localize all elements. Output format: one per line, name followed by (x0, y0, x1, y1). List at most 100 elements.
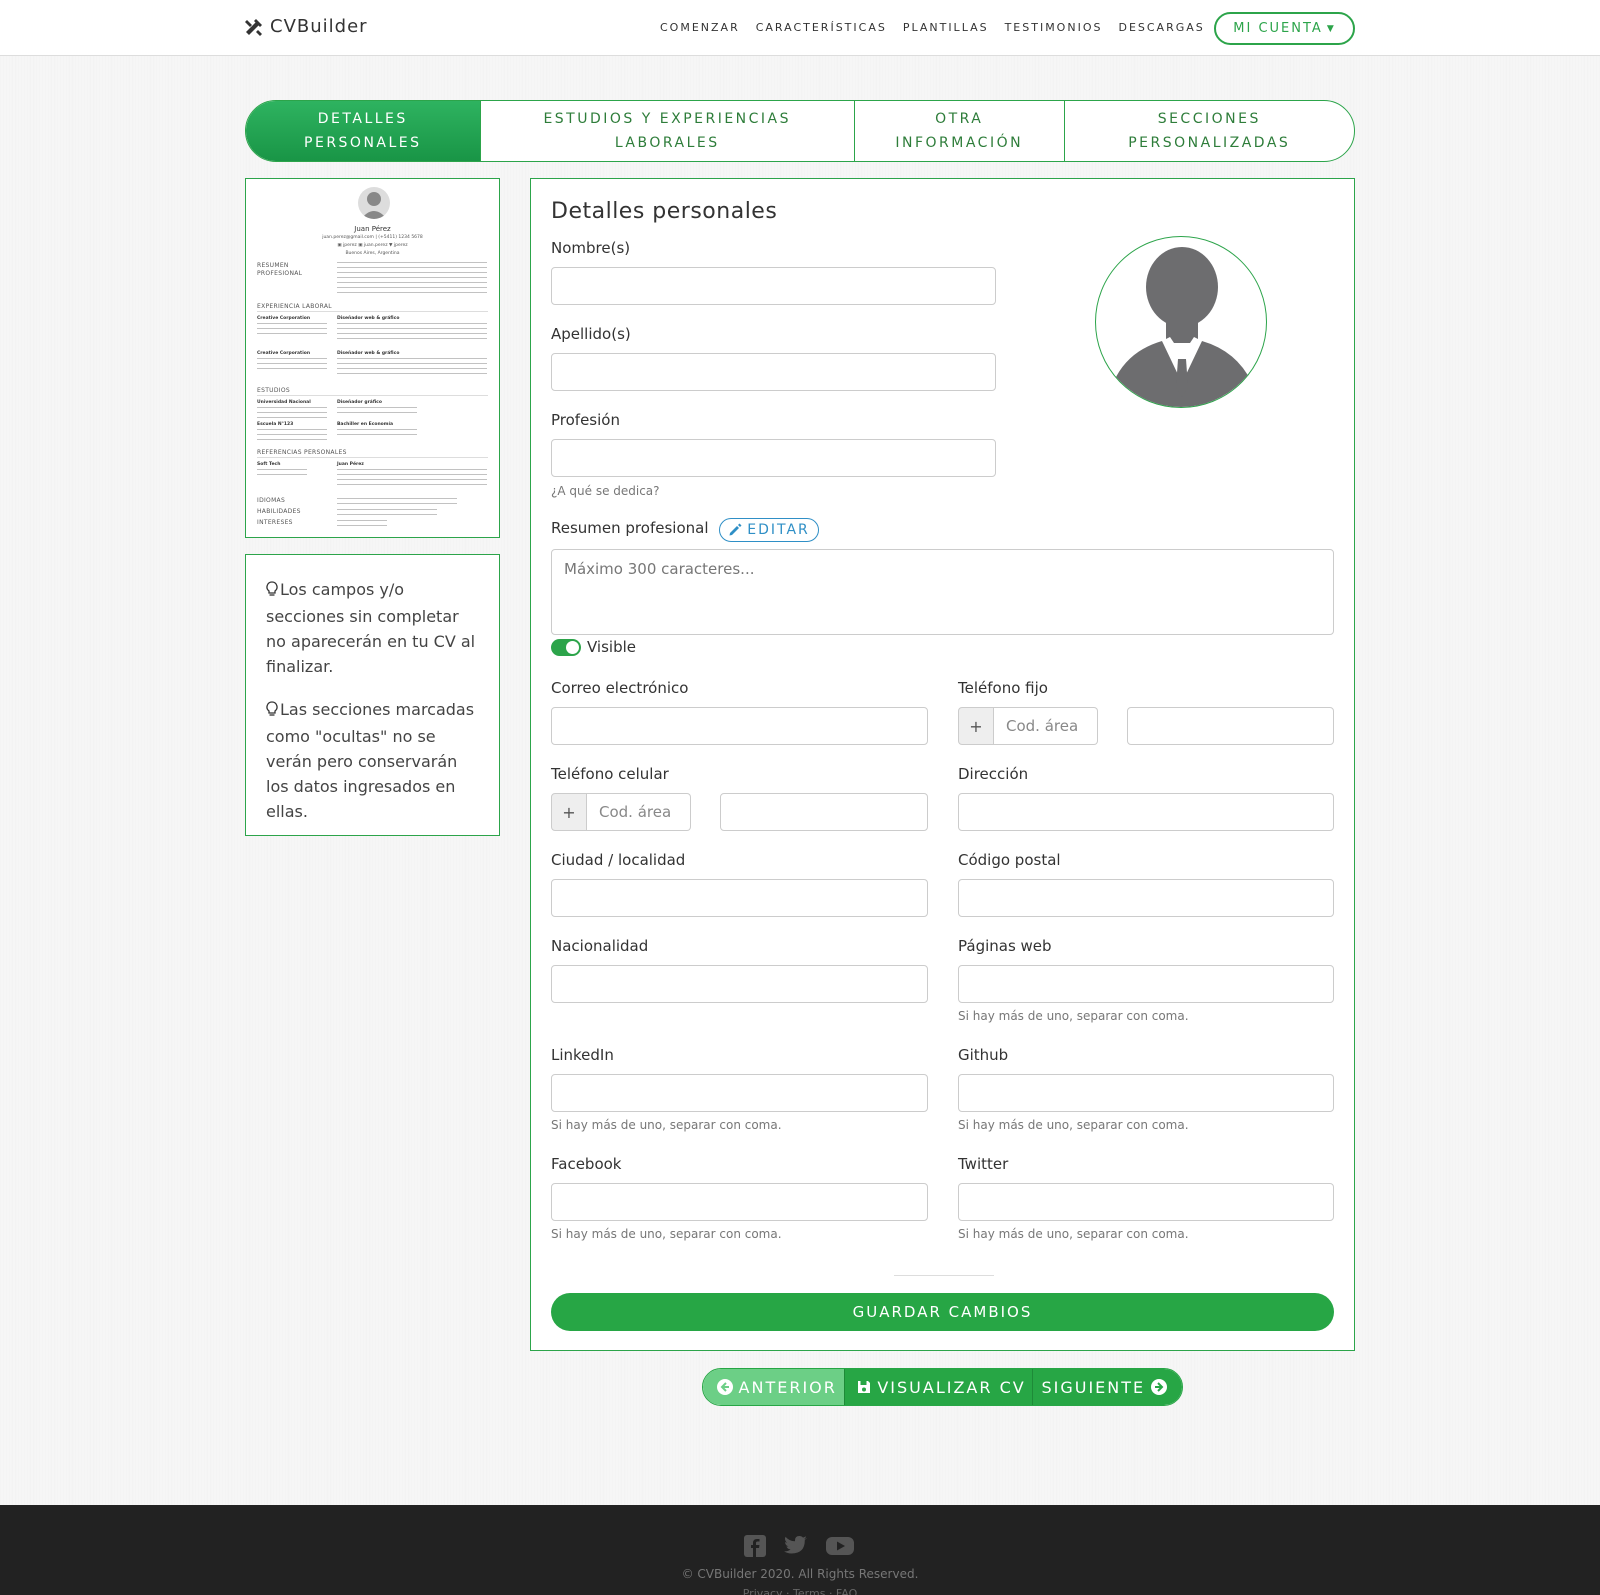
tab-estudios-experiencias[interactable]: ESTUDIOS Y EXPERIENCIAS LABORALES (479, 101, 854, 161)
profesion-label: Profesión (551, 411, 620, 429)
preview-school-dates (337, 407, 417, 413)
preview-section-interests: INTERESES (257, 519, 293, 526)
personal-details-form: Detalles personales Nombre(s) Apellido(s… (530, 178, 1355, 1351)
direccion-input[interactable] (958, 793, 1334, 831)
paginas-web-label: Páginas web (958, 937, 1052, 955)
resumen-label: Resumen profesional (551, 519, 709, 537)
nombre-label: Nombre(s) (551, 239, 631, 257)
previous-button[interactable]: ANTERIOR (703, 1369, 845, 1405)
ciudad-input[interactable] (551, 879, 928, 917)
nav-link-descargas[interactable]: DESCARGAS (1118, 21, 1204, 34)
account-button[interactable]: MI CUENTA ▼ (1214, 12, 1355, 45)
preview-skills-text (337, 509, 437, 515)
preview-name: Juan Pérez (354, 225, 391, 233)
preview-job-location (257, 358, 327, 370)
lightbulb-icon (266, 579, 278, 604)
tab-detalles-personales[interactable]: DETALLES PERSONALES (246, 101, 480, 161)
tab-otra-informacion[interactable]: OTRA INFORMACIÓN (853, 101, 1064, 161)
preview-job-company: Creative Corporation (257, 316, 311, 321)
nacionalidad-label: Nacionalidad (551, 937, 649, 955)
nav-link-testimonios[interactable]: TESTIMONIOS (1005, 21, 1103, 34)
resumen-textarea[interactable]: Máximo 300 caracteres... (551, 549, 1334, 635)
form-title: Detalles personales (551, 199, 778, 224)
fijo-cod-area-input[interactable]: Cod. área (994, 707, 1098, 745)
cv-preview[interactable]: Juan Pérez juan.perez@gmail.com | (+5411… (245, 178, 500, 538)
preview-job-text (337, 358, 487, 378)
preview-school: Universidad Nacional (257, 400, 311, 405)
linkedin-input[interactable] (551, 1074, 928, 1112)
pencil-icon (729, 523, 742, 536)
previous-label: ANTERIOR (738, 1377, 837, 1397)
nav-link-caracteristicas[interactable]: CARACTERÍSTICAS (756, 21, 887, 34)
profesion-input[interactable] (551, 439, 996, 477)
arrow-right-circle-icon (1151, 1379, 1168, 1395)
view-cv-button[interactable]: VISUALIZAR CV (844, 1369, 1032, 1405)
nombre-input[interactable] (551, 267, 996, 305)
telefono-celular-label: Teléfono celular (551, 765, 669, 783)
preview-section-summary: RESUMEN PROFESIONAL (257, 262, 303, 277)
preview-languages-text (337, 498, 457, 504)
profile-photo[interactable] (1095, 236, 1267, 408)
tab-secciones-personalizadas[interactable]: SECCIONES PERSONALIZADAS (1063, 101, 1354, 161)
correo-label: Correo electrónico (551, 679, 689, 697)
account-label: MI CUENTA (1233, 21, 1323, 36)
apellido-input[interactable] (551, 353, 996, 391)
preview-degree: Diseñador gráfico (337, 400, 382, 405)
facebook-icon[interactable] (744, 1535, 766, 1557)
codigo-postal-input[interactable] (958, 879, 1334, 917)
twitter-label: Twitter (958, 1155, 1009, 1173)
telefono-fijo-label: Teléfono fijo (958, 679, 1048, 697)
github-input[interactable] (958, 1074, 1334, 1112)
nacionalidad-input[interactable] (551, 965, 928, 1003)
fijo-numero-input[interactable] (1127, 707, 1334, 745)
linkedin-hint: Si hay más de uno, separar con coma. (551, 1118, 782, 1132)
tip-item: Los campos y/o secciones sin completar n… (266, 577, 481, 679)
preview-summary-text (337, 262, 487, 294)
linkedin-label: LinkedIn (551, 1046, 614, 1064)
preview-job-role: Diseñador web & gráfico (337, 316, 400, 321)
youtube-icon[interactable] (826, 1535, 854, 1557)
celular-numero-input[interactable] (720, 793, 928, 831)
facebook-hint: Si hay más de uno, separar con coma. (551, 1227, 782, 1241)
facebook-label: Facebook (551, 1155, 622, 1173)
preview-school-location (257, 429, 327, 441)
footer: © CVBuilder 2020. All Rights Reserved. P… (0, 1505, 1600, 1595)
view-cv-label: VISUALIZAR CV (877, 1377, 1026, 1397)
twitter-input[interactable] (958, 1183, 1334, 1221)
preview-ref-company: Soft Tech (257, 462, 281, 467)
save-changes-button[interactable]: GUARDAR CAMBIOS (551, 1293, 1334, 1331)
preview-school-location (257, 407, 327, 419)
navbar: CVBuilder COMENZAR CARACTERÍSTICAS PLANT… (0, 0, 1600, 56)
lightbulb-icon (266, 699, 278, 724)
nav-link-plantillas[interactable]: PLANTILLAS (903, 21, 989, 34)
arrow-left-circle-icon (716, 1379, 733, 1395)
visible-toggle[interactable] (551, 639, 581, 656)
edit-summary-button[interactable]: EDITAR (719, 518, 819, 542)
preview-rule (257, 311, 488, 312)
footer-links[interactable]: Privacy · Terms · FAQ (0, 1587, 1600, 1595)
preview-degree: Bachiller en Economía (337, 422, 394, 427)
preview-interests-text (337, 520, 387, 526)
tip-item: Las secciones marcadas como "ocultas" no… (266, 697, 481, 824)
codigo-postal-label: Código postal (958, 851, 1061, 869)
preview-ref-phone (257, 469, 307, 475)
preview-job-role: Diseñador web & gráfico (337, 351, 400, 356)
brand-logo[interactable]: CVBuilder (244, 16, 368, 37)
celular-cod-area-input[interactable]: Cod. área (587, 793, 691, 831)
nav-links: COMENZAR CARACTERÍSTICAS PLANTILLAS TEST… (660, 21, 1205, 34)
apellido-label: Apellido(s) (551, 325, 631, 343)
copyright: © CVBuilder 2020. All Rights Reserved. (681, 1567, 919, 1581)
next-button[interactable]: SIGUIENTE (1031, 1369, 1182, 1405)
paginas-web-input[interactable] (958, 965, 1334, 1003)
correo-input[interactable] (551, 707, 928, 745)
brand-name: CVBuilder (270, 16, 368, 37)
preview-ref-text (337, 469, 487, 489)
preview-contact: juan.perez@gmail.com | (+5411) 1234 5678 (322, 235, 423, 240)
twitter-icon[interactable] (784, 1535, 808, 1557)
tip-text: Los campos y/o secciones sin completar n… (266, 580, 476, 676)
github-hint: Si hay más de uno, separar con coma. (958, 1118, 1189, 1132)
preview-avatar (358, 187, 390, 219)
nav-link-comenzar[interactable]: COMENZAR (660, 21, 740, 34)
preview-school: Escuela N°123 (257, 422, 294, 427)
facebook-input[interactable] (551, 1183, 928, 1221)
